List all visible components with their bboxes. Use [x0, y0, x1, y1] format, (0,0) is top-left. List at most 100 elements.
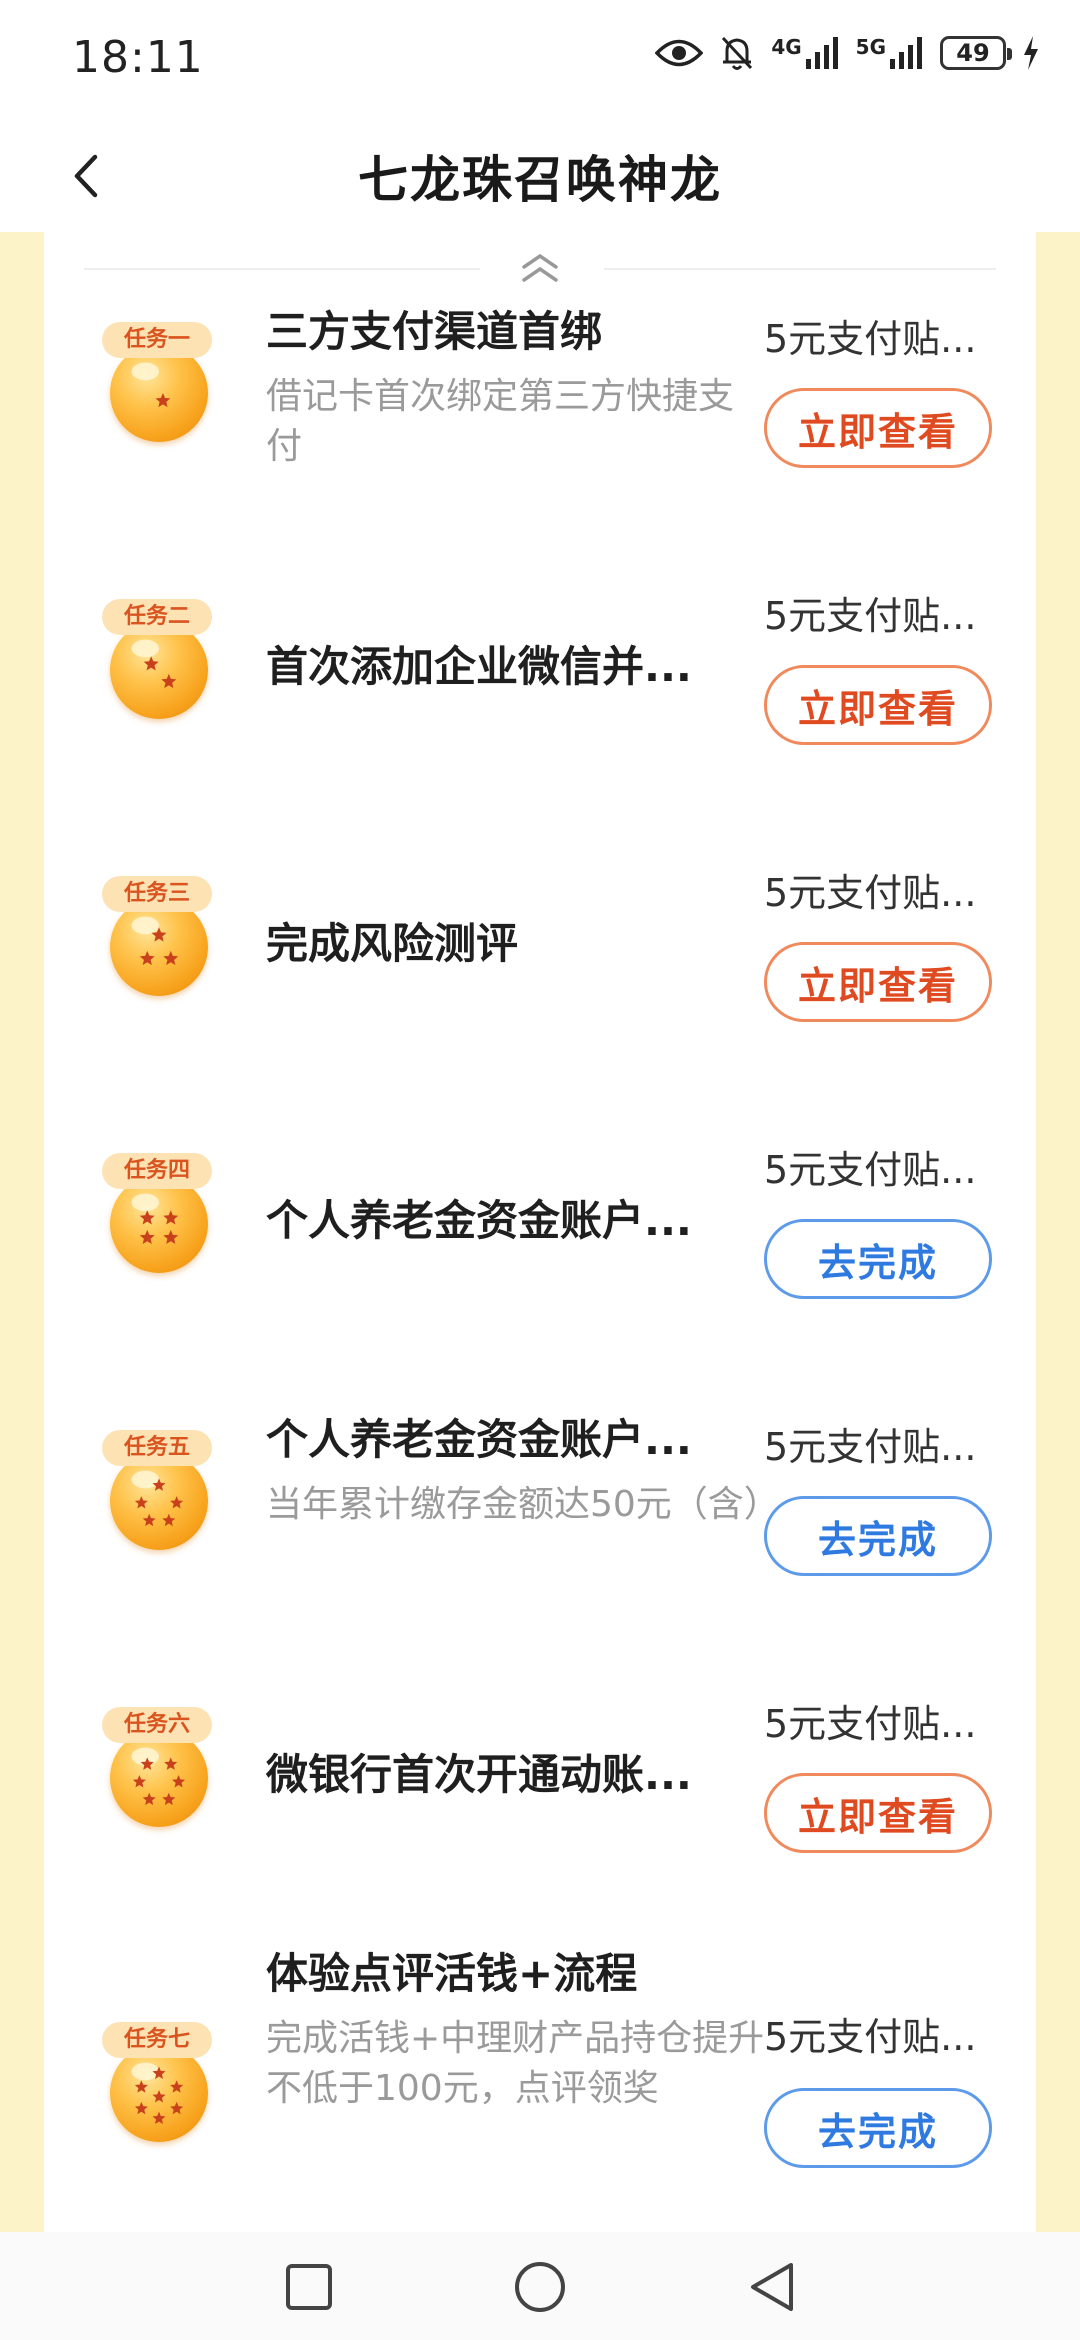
task-text: 三方支付渠道首绑 借记卡首次绑定第三方快捷支付 — [266, 304, 766, 472]
back-nav-button[interactable] — [737, 2252, 807, 2322]
header: 七龙珠召唤神龙 — [0, 120, 1080, 232]
star-mark — [161, 673, 177, 689]
star-mark — [170, 2101, 184, 2115]
task-badge: 任务一 — [102, 322, 220, 472]
star-mark — [162, 1513, 176, 1527]
task-text: 微银行首次开通动账... — [266, 1747, 766, 1803]
task-item: 任务二 首次添加企业微信并... 5元支付贴... 立即查看 — [44, 549, 1036, 789]
task-badge: 任务三 — [102, 876, 220, 1026]
circle-icon — [515, 2262, 565, 2312]
divider — [604, 268, 996, 270]
star-mark — [139, 1210, 155, 1225]
task-title: 完成风险测评 — [266, 919, 519, 968]
task-reward: 5元支付贴... — [764, 1702, 977, 1746]
star-mark — [142, 1792, 156, 1806]
task-title: 微银行首次开通动账... — [266, 1750, 692, 1799]
star-mark — [163, 1210, 179, 1225]
star-mark — [134, 2101, 148, 2115]
task-action-button[interactable]: 去完成 — [764, 2088, 992, 2168]
task-reward: 5元支付贴... — [764, 317, 977, 361]
task-item: 任务五 个人养老金资金账户... 当年累计缴存金额达50元（含） 5元支付贴..… — [44, 1380, 1036, 1620]
divider — [84, 268, 480, 270]
task-badge: 任务四 — [102, 1153, 220, 1303]
task-text: 体验点评活钱+流程 完成活钱+中理财产品持仓提升不低于100元，点评领奖 — [266, 1946, 766, 2114]
dragon-ball-icon — [110, 1729, 208, 1827]
task-action-button[interactable]: 立即查看 — [764, 388, 992, 468]
dragon-ball-icon — [110, 1175, 208, 1273]
task-text: 完成风险测评 — [266, 916, 766, 972]
task-action-button[interactable]: 立即查看 — [764, 942, 992, 1022]
signal-4g-icon: 4G — [771, 37, 839, 69]
task-badge: 任务七 — [102, 2022, 220, 2172]
dragon-ball-icon — [110, 344, 208, 442]
star-mark — [170, 2080, 184, 2093]
navigation-bar — [0, 2232, 1080, 2340]
task-reward: 5元支付贴... — [764, 594, 977, 638]
task-item: 任务四 个人养老金资金账户... 5元支付贴... 去完成 — [44, 1103, 1036, 1343]
task-item: 任务一 三方支付渠道首绑 借记卡首次绑定第三方快捷支付 5元支付贴... 立即查… — [44, 272, 1036, 512]
signal-5g-icon: 5G — [856, 37, 924, 69]
task-tag: 任务四 — [102, 1153, 212, 1189]
status-time: 18:11 — [72, 32, 204, 83]
task-action-button[interactable]: 去完成 — [764, 1496, 992, 1576]
task-item: 任务六 微银行首次开通动账... 5元支付贴... 立即查看 — [44, 1657, 1036, 1897]
dragon-ball-icon — [110, 2044, 208, 2142]
task-title: 个人养老金资金账户... — [266, 1196, 692, 1245]
task-badge: 任务五 — [102, 1430, 220, 1580]
task-reward: 5元支付贴... — [764, 2015, 977, 2059]
star-mark — [134, 2080, 148, 2093]
star-mark — [152, 2090, 166, 2103]
task-badge: 任务六 — [102, 1707, 220, 1857]
task-item: 任务七 体验点评活钱+流程 完成活钱+中理财产品持仓提升不低于100元，点评领奖… — [44, 1932, 1036, 2172]
task-tag: 任务六 — [102, 1707, 212, 1743]
task-badge: 任务二 — [102, 599, 220, 749]
task-tag: 任务七 — [102, 2022, 212, 2058]
task-reward: 5元支付贴... — [764, 871, 977, 915]
battery-level: 49 — [956, 39, 990, 67]
task-title: 三方支付渠道首绑 — [266, 307, 603, 356]
star-mark — [162, 1792, 176, 1806]
home-button[interactable] — [505, 2252, 575, 2322]
star-mark — [139, 1229, 155, 1245]
recent-apps-button[interactable] — [274, 2252, 344, 2322]
dragon-ball-icon — [110, 1452, 208, 1550]
task-title: 首次添加企业微信并... — [266, 642, 692, 691]
bell-muted-icon — [719, 34, 755, 72]
task-tag: 任务五 — [102, 1430, 212, 1466]
star-mark — [164, 1757, 178, 1770]
task-text: 首次添加企业微信并... — [266, 639, 766, 695]
task-tag: 任务三 — [102, 876, 212, 912]
task-description: 完成活钱+中理财产品持仓提升不低于100元，点评领奖 — [266, 2018, 765, 2109]
net-4g-label: 4G — [771, 35, 802, 59]
page-title: 七龙珠召唤神龙 — [358, 151, 722, 209]
star-mark — [143, 656, 159, 671]
charging-icon — [1022, 36, 1040, 70]
task-reward: 5元支付贴... — [764, 1425, 977, 1469]
star-mark — [139, 950, 155, 966]
task-title: 个人养老金资金账户... — [266, 1415, 692, 1464]
star-mark — [142, 1513, 156, 1527]
square-icon — [286, 2264, 332, 2310]
task-text: 个人养老金资金账户... — [266, 1193, 766, 1249]
task-action-button[interactable]: 去完成 — [764, 1219, 992, 1299]
status-bar: 18:11 4G 5G 49 — [0, 0, 1080, 120]
dragon-ball-icon — [110, 621, 208, 719]
task-reward: 5元支付贴... — [764, 1148, 977, 1192]
star-mark — [134, 1496, 148, 1509]
star-mark — [152, 2111, 166, 2125]
task-title: 体验点评活钱+流程 — [266, 1949, 638, 1998]
task-text: 个人养老金资金账户... 当年累计缴存金额达50元（含） — [266, 1412, 780, 1530]
status-icons: 4G 5G 49 — [655, 34, 1040, 72]
star-mark — [132, 1775, 146, 1788]
task-description: 当年累计缴存金额达50元（含） — [266, 1484, 780, 1525]
task-action-button[interactable]: 立即查看 — [764, 665, 992, 745]
task-action-button[interactable]: 立即查看 — [764, 1773, 992, 1853]
eye-icon — [655, 36, 704, 70]
dragon-ball-icon — [110, 898, 208, 996]
task-tag: 任务二 — [102, 599, 212, 635]
task-description: 借记卡首次绑定第三方快捷支付 — [266, 376, 735, 467]
triangle-back-icon — [751, 2263, 793, 2311]
task-item: 任务三 完成风险测评 5元支付贴... 立即查看 — [44, 826, 1036, 1066]
task-tag: 任务一 — [102, 322, 212, 358]
net-5g-label: 5G — [855, 35, 886, 59]
